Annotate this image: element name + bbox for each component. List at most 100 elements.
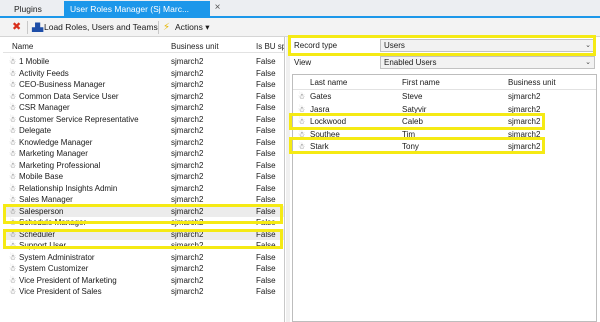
role-business-unit: sjmarch2 xyxy=(171,57,204,66)
table-row[interactable]: ☃ CSR Manager sjmarch2 False xyxy=(3,102,284,114)
role-is-bu-specific: False xyxy=(256,80,276,89)
role-name: Mobile Base xyxy=(19,172,64,181)
column-header-last-name[interactable]: Last name xyxy=(310,75,347,90)
user-icon: ☃ xyxy=(9,149,17,158)
table-row[interactable]: ☃ System Customizer sjmarch2 False xyxy=(3,263,284,275)
role-is-bu-specific: False xyxy=(256,206,276,216)
tab-plugins[interactable]: Plugins xyxy=(8,1,58,18)
user-last-name: Jasra xyxy=(310,104,330,114)
table-row[interactable]: ☃ Support User sjmarch2 False xyxy=(3,240,284,252)
table-row[interactable]: ☃ Vice President of Sales sjmarch2 False xyxy=(3,286,284,298)
role-business-unit: sjmarch2 xyxy=(171,80,204,89)
user-icon: ☃ xyxy=(298,104,306,114)
user-icon: ☃ xyxy=(9,103,17,112)
role-is-bu-specific: False xyxy=(256,149,276,158)
role-name: Sales Manager xyxy=(19,195,73,204)
column-header-business-unit[interactable]: Business unit xyxy=(171,41,251,53)
table-row[interactable]: ☃ Marketing Professional sjmarch2 False xyxy=(3,160,284,172)
role-is-bu-specific: False xyxy=(256,114,276,124)
record-type-label: Record type xyxy=(294,41,338,50)
close-icon[interactable]: × xyxy=(212,2,223,13)
user-icon: ☃ xyxy=(9,275,17,285)
table-row[interactable]: ☃ CEO-Business Manager sjmarch2 False xyxy=(3,79,284,91)
user-first-name: Satyvir xyxy=(402,104,427,114)
table-row[interactable]: ☃ Stark Tony sjmarch2 xyxy=(293,141,596,154)
table-row[interactable]: ☃ Schedule Manager sjmarch2 False xyxy=(3,217,284,229)
user-icon: ☃ xyxy=(9,126,17,135)
table-row[interactable]: ☃ Sales Manager sjmarch2 False xyxy=(3,194,284,206)
role-is-bu-specific: False xyxy=(256,68,276,78)
user-business-unit: sjmarch2 xyxy=(508,129,541,139)
table-row[interactable]: ☃ Southee Tim sjmarch2 xyxy=(293,129,596,142)
delete-icon[interactable]: ✖ xyxy=(12,20,21,35)
table-row[interactable]: ☃ Activity Feeds sjmarch2 False xyxy=(3,68,284,80)
role-business-unit: sjmarch2 xyxy=(171,68,204,78)
role-is-bu-specific: False xyxy=(256,241,276,250)
role-is-bu-specific: False xyxy=(256,91,276,101)
role-name: Marketing Professional xyxy=(19,160,101,170)
user-icon: ☃ xyxy=(9,218,17,227)
table-row[interactable]: ☃ Relationship Insights Admin sjmarch2 Fals… xyxy=(3,183,284,195)
users-grid: Last name First name Business unit ☃ Gate… xyxy=(292,74,597,322)
table-row[interactable]: ☃ Vice President of Marketing sjmarch2 Fals… xyxy=(3,275,284,287)
user-icon: ☃ xyxy=(9,264,17,273)
user-icon: ☃ xyxy=(9,57,17,66)
role-business-unit: sjmarch2 xyxy=(171,114,204,124)
role-business-unit: sjmarch2 xyxy=(171,252,204,262)
lightning-icon[interactable]: ⚡ xyxy=(163,20,170,35)
role-is-bu-specific: False xyxy=(256,126,276,135)
load-roles-users-teams-button[interactable]: Load Roles, Users and Teams xyxy=(44,20,158,35)
roles-list-panel: Name Business unit Is BU sp... ☃1 Mobile… xyxy=(3,37,285,322)
role-is-bu-specific: False xyxy=(256,275,276,285)
role-name: Salesperson xyxy=(19,206,64,216)
view-select[interactable]: Enabled Users ⌄ xyxy=(380,56,595,69)
user-first-name: Tony xyxy=(402,142,419,151)
roles-table-body: ☃ 1 Mobile sjmarch2 False ☃ Activity Feeds sjm… xyxy=(3,56,284,298)
record-type-select[interactable]: Users ⌄ xyxy=(380,39,595,52)
column-header-first-name[interactable]: First name xyxy=(402,75,440,90)
role-name: Vice President of Marketing xyxy=(19,275,117,285)
table-row[interactable]: ☃ Delegate sjmarch2 False xyxy=(3,125,284,137)
table-row[interactable]: ☃ Marketing Manager sjmarch2 False xyxy=(3,148,284,160)
column-header-is-bu-specific[interactable]: Is BU sp... xyxy=(256,41,284,53)
table-row[interactable]: ☃ Common Data Service User sjmarch2 False xyxy=(3,91,284,103)
role-business-unit: sjmarch2 xyxy=(171,206,204,216)
table-row[interactable]: ☃ Gates Steve sjmarch2 xyxy=(293,91,596,104)
user-business-unit: sjmarch2 xyxy=(508,104,541,114)
user-icon: ☃ xyxy=(9,160,17,170)
users-table-body: ☃ Gates Steve sjmarch2 ☃ Jasra Satyvir sjmarch2… xyxy=(293,91,596,154)
role-is-bu-specific: False xyxy=(256,252,276,262)
user-first-name: Tim xyxy=(402,129,416,139)
role-name: Delegate xyxy=(19,126,52,135)
role-name: Support User xyxy=(19,241,67,250)
role-is-bu-specific: False xyxy=(256,287,276,296)
table-row[interactable]: ☃ Salesperson sjmarch2 False xyxy=(3,205,284,217)
user-icon: ☃ xyxy=(9,172,17,181)
user-icon: ☃ xyxy=(9,183,17,193)
column-header-business-unit[interactable]: Business unit xyxy=(508,75,556,90)
role-name: Marketing Manager xyxy=(19,149,88,158)
table-row[interactable]: ☃ System Administrator sjmarch2 False xyxy=(3,252,284,264)
table-row[interactable]: ☃ 1 Mobile sjmarch2 False xyxy=(3,56,284,68)
table-row[interactable]: ☃ Jasra Satyvir sjmarch2 xyxy=(293,104,596,117)
table-row[interactable]: ☃ Lockwood Caleb sjmarch2 xyxy=(293,116,596,129)
role-is-bu-specific: False xyxy=(256,218,276,227)
user-icon: ☃ xyxy=(9,80,17,89)
view-value: Enabled Users xyxy=(384,58,437,67)
role-business-unit: sjmarch2 xyxy=(171,195,204,204)
role-name: Vice President of Sales xyxy=(19,287,102,296)
table-row[interactable]: ☃ Mobile Base sjmarch2 False xyxy=(3,171,284,183)
role-is-bu-specific: False xyxy=(256,195,276,204)
tab-user-roles-manager[interactable]: User Roles Manager (Sj Marc... xyxy=(64,1,210,18)
user-last-name: Southee xyxy=(310,129,340,139)
table-row[interactable]: ☃ Customer Service Representative sjmarch2… xyxy=(3,114,284,126)
column-header-name[interactable]: Name xyxy=(12,41,168,53)
table-row[interactable]: ☃ Scheduler sjmarch2 False xyxy=(3,228,284,240)
load-roles-icon[interactable]: ▟▙ xyxy=(32,20,43,35)
role-name: System Customizer xyxy=(19,264,89,273)
role-is-bu-specific: False xyxy=(256,183,276,193)
actions-dropdown-button[interactable]: Actions ▾ xyxy=(175,20,210,35)
role-is-bu-specific: False xyxy=(256,160,276,170)
user-last-name: Lockwood xyxy=(310,117,347,126)
table-row[interactable]: ☃ Knowledge Manager sjmarch2 False xyxy=(3,137,284,149)
